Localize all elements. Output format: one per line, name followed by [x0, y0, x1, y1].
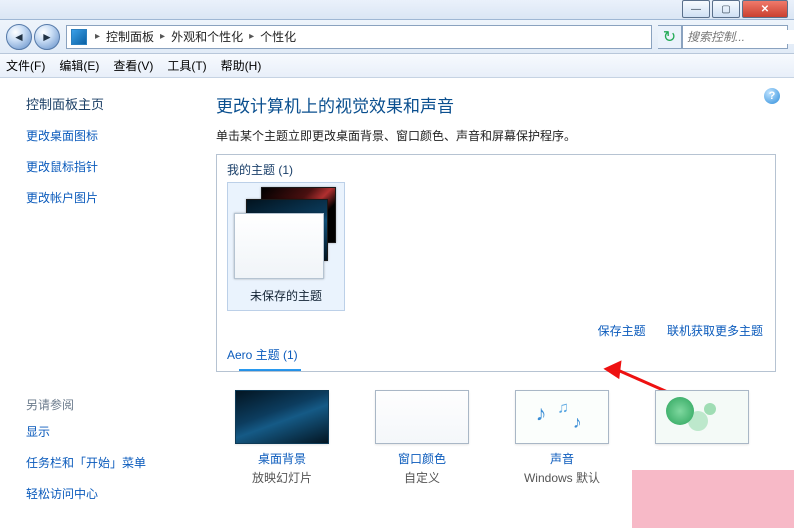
search-box[interactable]: 🔍: [682, 25, 788, 49]
menu-view[interactable]: 查看(V): [113, 57, 153, 74]
theme-thumbnail: [232, 187, 340, 279]
desktop-background-thumb: [235, 390, 329, 444]
refresh-button[interactable]: ↻: [658, 25, 682, 49]
page-description: 单击某个主题立即更改桌面背景、窗口颜色、声音和屏幕保护程序。: [216, 127, 776, 144]
setting-desktop-background[interactable]: 桌面背景 放映幻灯片: [216, 390, 348, 486]
themes-panel: 我的主题 (1) 未保存的主题 保存主题 联机获取更多主题 Aero 主题 (1…: [216, 154, 776, 372]
sidebar-home-link[interactable]: 控制面板主页: [26, 94, 186, 113]
sidebar-link-display[interactable]: 显示: [26, 423, 186, 440]
theme-caption: 未保存的主题: [232, 283, 340, 306]
main-content: ? 更改计算机上的视觉效果和声音 单击某个主题立即更改桌面背景、窗口颜色、声音和…: [198, 78, 794, 528]
setting-sublabel: Windows 默认: [496, 469, 628, 486]
sidebar-see-also-heading: 另请参阅: [26, 396, 186, 413]
menu-help[interactable]: 帮助(H): [221, 57, 262, 74]
sidebar-link-account-picture[interactable]: 更改帐户图片: [26, 189, 186, 206]
breadcrumb-seg-control-panel[interactable]: 控制面板: [102, 28, 158, 45]
window-titlebar: — ▢ ✕: [0, 0, 794, 20]
minimize-button[interactable]: —: [682, 0, 710, 18]
setting-window-color[interactable]: 窗口颜色 自定义: [356, 390, 488, 486]
breadcrumb-seg-personalization[interactable]: 个性化: [256, 28, 300, 45]
menu-file[interactable]: 文件(F): [6, 57, 45, 74]
close-button[interactable]: ✕: [742, 0, 788, 18]
menu-tools[interactable]: 工具(T): [167, 57, 206, 74]
back-button[interactable]: ◄: [6, 24, 32, 50]
control-panel-icon: [71, 29, 87, 45]
sidebar-link-ease-of-access[interactable]: 轻松访问中心: [26, 485, 186, 502]
sidebar-link-desktop-icons[interactable]: 更改桌面图标: [26, 127, 186, 144]
search-input[interactable]: [683, 30, 794, 44]
window-color-thumb: [375, 390, 469, 444]
sidebar-link-taskbar[interactable]: 任务栏和「开始」菜单: [26, 454, 186, 471]
svg-text:♪: ♪: [573, 412, 582, 432]
chevron-right-icon: ▸: [158, 31, 167, 42]
chevron-right-icon: ▸: [93, 31, 102, 42]
setting-sounds[interactable]: ♪♫♪ 声音 Windows 默认: [496, 390, 628, 486]
help-icon[interactable]: ?: [764, 88, 780, 104]
svg-text:♪: ♪: [536, 401, 547, 425]
setting-label: 窗口颜色: [356, 450, 488, 467]
menu-edit[interactable]: 编辑(E): [59, 57, 99, 74]
maximize-button[interactable]: ▢: [712, 0, 740, 18]
setting-label: 桌面背景: [216, 450, 348, 467]
sidebar: 控制面板主页 更改桌面图标 更改鼠标指针 更改帐户图片 另请参阅 显示 任务栏和…: [0, 78, 198, 528]
aero-themes-label: Aero 主题 (1): [227, 346, 298, 363]
page-heading: 更改计算机上的视觉效果和声音: [216, 92, 776, 117]
setting-sublabel: 自定义: [356, 469, 488, 486]
address-bar: ◄ ► ▸ 控制面板 ▸ 外观和个性化 ▸ 个性化 ↻ 🔍: [0, 20, 794, 54]
overlay-block: [632, 470, 794, 528]
screensaver-thumb: [655, 390, 749, 444]
save-theme-link[interactable]: 保存主题: [598, 324, 646, 338]
sidebar-link-mouse-pointers[interactable]: 更改鼠标指针: [26, 158, 186, 175]
breadcrumb-seg-appearance[interactable]: 外观和个性化: [167, 28, 247, 45]
get-more-themes-link[interactable]: 联机获取更多主题: [667, 324, 763, 338]
aero-theme-peek[interactable]: [239, 369, 301, 372]
theme-item-unsaved[interactable]: 未保存的主题: [227, 182, 345, 311]
setting-label: 声音: [496, 450, 628, 467]
menu-bar: 文件(F) 编辑(E) 查看(V) 工具(T) 帮助(H): [0, 54, 794, 78]
svg-text:♫: ♫: [557, 400, 569, 417]
my-themes-label: 我的主题 (1): [227, 161, 765, 178]
forward-button[interactable]: ►: [34, 24, 60, 50]
sound-thumb: ♪♫♪: [515, 390, 609, 444]
breadcrumb-path[interactable]: ▸ 控制面板 ▸ 外观和个性化 ▸ 个性化: [66, 25, 652, 49]
chevron-right-icon: ▸: [247, 31, 256, 42]
setting-sublabel: 放映幻灯片: [216, 469, 348, 486]
